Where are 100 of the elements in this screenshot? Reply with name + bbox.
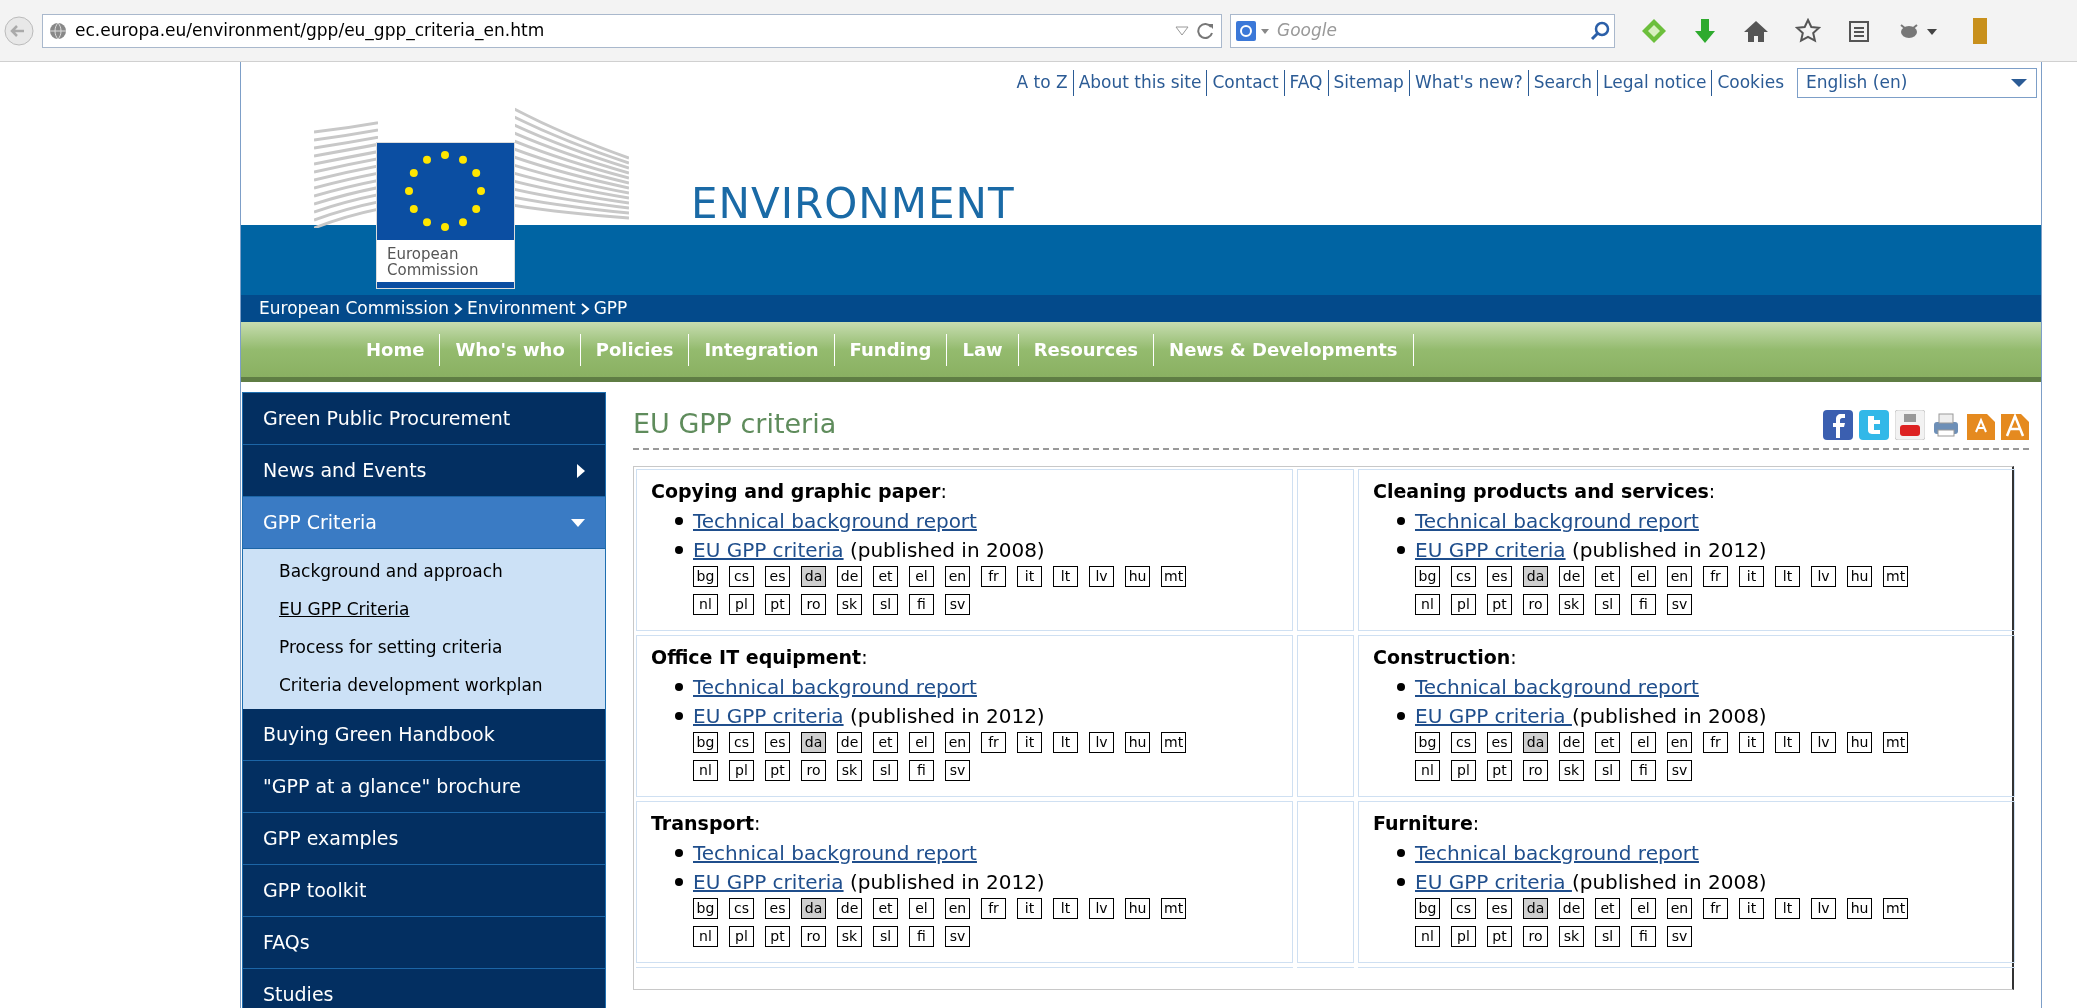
language-link[interactable]: cs: [729, 566, 754, 587]
language-link[interactable]: es: [765, 732, 790, 753]
language-link[interactable]: ro: [1523, 926, 1548, 947]
language-link[interactable]: it: [1017, 566, 1042, 587]
language-link[interactable]: mt: [1161, 566, 1187, 587]
print-icon[interactable]: [1931, 410, 1961, 440]
language-link[interactable]: sl: [873, 926, 898, 947]
language-link[interactable]: de: [837, 566, 862, 587]
language-link[interactable]: lv: [1089, 566, 1114, 587]
language-link[interactable]: en: [945, 898, 970, 919]
top-link[interactable]: FAQ: [1283, 70, 1328, 96]
language-link[interactable]: hu: [1847, 898, 1872, 919]
document-link[interactable]: EU GPP criteria: [693, 534, 844, 565]
language-link[interactable]: lv: [1811, 898, 1836, 919]
language-link[interactable]: nl: [693, 926, 718, 947]
address-bar[interactable]: ec.europa.eu/environment/gpp/eu_gpp_criteria_en.htm: [42, 13, 1222, 48]
language-link[interactable]: sv: [1667, 760, 1692, 781]
language-link[interactable]: sl: [1595, 926, 1620, 947]
language-link[interactable]: mt: [1883, 566, 1909, 587]
language-link[interactable]: de: [837, 732, 862, 753]
language-link[interactable]: it: [1017, 732, 1042, 753]
language-link[interactable]: it: [1739, 732, 1764, 753]
sidebar-item[interactable]: GPP Criteria: [243, 497, 605, 549]
breadcrumb-link[interactable]: Environment: [467, 295, 576, 322]
youtube-icon[interactable]: [1895, 410, 1925, 440]
language-link[interactable]: en: [945, 732, 970, 753]
language-link[interactable]: el: [909, 566, 934, 587]
language-link[interactable]: lv: [1089, 898, 1114, 919]
language-link[interactable]: cs: [729, 732, 754, 753]
top-link[interactable]: Cookies: [1711, 70, 1789, 96]
breadcrumb-link[interactable]: GPP: [593, 295, 628, 322]
language-link[interactable]: et: [873, 566, 898, 587]
language-link[interactable]: it: [1739, 566, 1764, 587]
language-link[interactable]: sv: [1667, 926, 1692, 947]
language-link[interactable]: pl: [729, 926, 754, 947]
language-link[interactable]: lt: [1053, 898, 1078, 919]
language-link[interactable]: fi: [909, 594, 934, 615]
language-link[interactable]: en: [1667, 566, 1692, 587]
language-link[interactable]: ro: [801, 760, 826, 781]
search-icon[interactable]: [1590, 20, 1610, 41]
language-link[interactable]: pt: [1487, 760, 1512, 781]
language-link[interactable]: sl: [873, 594, 898, 615]
language-link[interactable]: sv: [1667, 594, 1692, 615]
language-link[interactable]: lv: [1089, 732, 1114, 753]
language-link[interactable]: sk: [1559, 594, 1584, 615]
language-link[interactable]: en: [1667, 898, 1692, 919]
language-link[interactable]: hu: [1125, 898, 1150, 919]
language-link[interactable]: lv: [1811, 566, 1836, 587]
language-link[interactable]: it: [1739, 898, 1764, 919]
language-link[interactable]: et: [1595, 566, 1620, 587]
language-link[interactable]: fi: [1631, 760, 1656, 781]
download-icon[interactable]: [1693, 17, 1717, 44]
language-link[interactable]: fr: [981, 566, 1006, 587]
language-link[interactable]: et: [1595, 732, 1620, 753]
language-link[interactable]: lt: [1775, 732, 1800, 753]
language-link[interactable]: el: [909, 898, 934, 919]
star-icon[interactable]: [1795, 17, 1821, 44]
language-link[interactable]: pl: [1451, 594, 1476, 615]
top-link[interactable]: A to Z: [1011, 70, 1073, 96]
language-link[interactable]: fi: [1631, 926, 1656, 947]
language-link[interactable]: es: [765, 566, 790, 587]
language-link[interactable]: hu: [1847, 732, 1872, 753]
top-link[interactable]: What's new?: [1408, 70, 1528, 96]
language-link[interactable]: lt: [1775, 566, 1800, 587]
language-link[interactable]: es: [1487, 898, 1512, 919]
language-link[interactable]: et: [873, 732, 898, 753]
submenu-item[interactable]: Criteria development workplan: [243, 667, 605, 705]
twitter-icon[interactable]: [1859, 410, 1889, 440]
language-link[interactable]: bg: [693, 732, 718, 753]
language-link[interactable]: fr: [1703, 732, 1728, 753]
language-link[interactable]: fr: [1703, 566, 1728, 587]
submenu-item[interactable]: Background and approach: [243, 553, 605, 591]
language-link[interactable]: bg: [1415, 898, 1440, 919]
language-link[interactable]: hu: [1125, 732, 1150, 753]
language-link[interactable]: ro: [801, 594, 826, 615]
language-link[interactable]: en: [1667, 732, 1692, 753]
language-link[interactable]: sk: [837, 594, 862, 615]
language-link[interactable]: es: [765, 898, 790, 919]
language-link[interactable]: sl: [1595, 594, 1620, 615]
top-link[interactable]: Search: [1527, 70, 1598, 96]
language-link[interactable]: pl: [729, 760, 754, 781]
language-link[interactable]: nl: [693, 760, 718, 781]
language-link[interactable]: sk: [837, 926, 862, 947]
language-link[interactable]: lt: [1053, 732, 1078, 753]
language-link[interactable]: en: [945, 566, 970, 587]
language-link[interactable]: nl: [1415, 926, 1440, 947]
language-link[interactable]: sk: [837, 760, 862, 781]
clipboard-icon[interactable]: [1847, 18, 1871, 43]
language-link[interactable]: bg: [1415, 732, 1440, 753]
top-link[interactable]: Legal notice: [1597, 70, 1712, 96]
language-link[interactable]: bg: [693, 566, 718, 587]
search-input[interactable]: Google: [1277, 17, 1584, 44]
language-link[interactable]: lt: [1775, 898, 1800, 919]
language-link[interactable]: mt: [1161, 898, 1187, 919]
language-link[interactable]: cs: [729, 898, 754, 919]
language-link[interactable]: fi: [909, 760, 934, 781]
language-link[interactable]: cs: [1451, 898, 1476, 919]
language-link[interactable]: el: [1631, 898, 1656, 919]
reload-icon[interactable]: [1197, 21, 1215, 40]
language-link[interactable]: pt: [765, 760, 790, 781]
